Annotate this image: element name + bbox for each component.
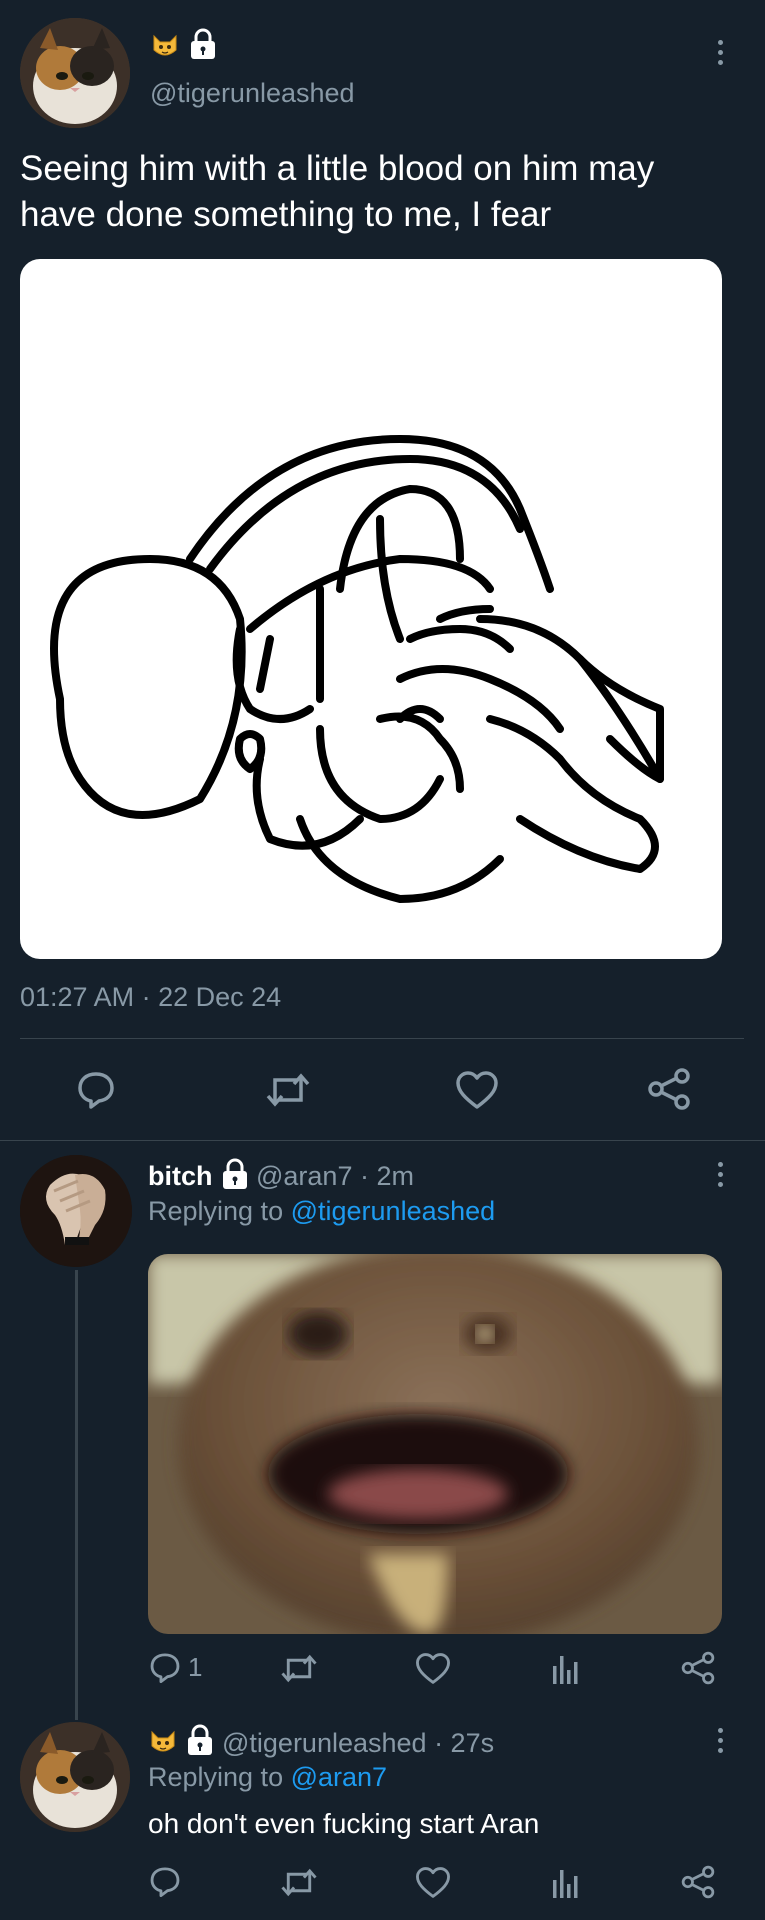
reply-button[interactable]: [148, 1864, 182, 1898]
divider: [20, 1038, 744, 1039]
analytics-icon: [553, 1656, 578, 1684]
reply-count: 1: [188, 1651, 203, 1682]
more-options-icon[interactable]: [716, 1162, 724, 1187]
replying-to-link[interactable]: @tigerunleashed: [291, 1196, 496, 1226]
thread-line: [75, 1270, 78, 1720]
reply-handle-time: @aran7 · 2m: [256, 1161, 414, 1192]
replying-to-link[interactable]: @aran7: [291, 1762, 387, 1792]
reply-text: oh don't even fucking start Aran: [148, 1808, 540, 1839]
replying-to-label: Replying to: [148, 1762, 284, 1792]
sketch-drawing-image: [50, 435, 664, 903]
analytics-icon: [553, 1870, 578, 1898]
retweet-button[interactable]: [280, 1866, 318, 1899]
retweet-icon: [266, 1073, 310, 1107]
like-icon: [416, 1653, 450, 1684]
hands-avatar-image: [20, 1155, 132, 1267]
share-button[interactable]: [680, 1650, 716, 1686]
reply-button[interactable]: 1: [148, 1650, 202, 1684]
like-icon: [456, 1071, 498, 1109]
retweet-button[interactable]: [280, 1652, 318, 1685]
reply-handle[interactable]: @tigerunleashed: [222, 1728, 427, 1758]
like-icon: [416, 1867, 450, 1898]
tweet-text-line-1: Seeing him with a little blood on him ma…: [20, 149, 655, 188]
more-options-icon[interactable]: [716, 1728, 724, 1753]
share-icon: [681, 1651, 715, 1685]
avatar[interactable]: [20, 1155, 132, 1267]
more-options-icon[interactable]: [716, 40, 724, 65]
cat-emoji: [148, 1726, 178, 1756]
retweet-icon: [281, 1868, 317, 1897]
reply-icon: [150, 1867, 180, 1897]
analytics-button[interactable]: [550, 1866, 580, 1900]
reply-image[interactable]: [148, 1254, 722, 1634]
share-button[interactable]: [646, 1066, 692, 1112]
reply-icon: [150, 1653, 180, 1683]
tweet-timestamp: 01:27 AM · 22 Dec 24: [20, 982, 282, 1012]
analytics-button[interactable]: [550, 1652, 580, 1686]
replying-to-label: Replying to: [148, 1196, 284, 1226]
reply-time: · 2m: [359, 1161, 414, 1191]
reply-time: · 27s: [434, 1728, 495, 1758]
like-button[interactable]: [415, 1652, 451, 1685]
tweet-text-line-2: have done something to me, I fear: [20, 195, 552, 234]
share-icon: [648, 1068, 690, 1110]
share-icon: [681, 1865, 715, 1899]
replying-to: Replying to @aran7: [148, 1762, 387, 1793]
cat-avatar-image: [20, 1722, 130, 1832]
avatar[interactable]: [20, 18, 130, 128]
cat-emoji: [150, 30, 180, 60]
lock-icon: [220, 1158, 250, 1190]
reply-display-name[interactable]: bitch: [148, 1161, 213, 1192]
avatar[interactable]: [20, 1722, 130, 1832]
reply-handle-time: @tigerunleashed · 27s: [222, 1728, 494, 1759]
retweet-icon: [281, 1654, 317, 1683]
lock-icon: [185, 1724, 215, 1756]
replying-to: Replying to @tigerunleashed: [148, 1196, 495, 1227]
lock-icon: [188, 28, 218, 60]
like-button[interactable]: [415, 1866, 451, 1899]
tweet-text: Seeing him with a little blood on him ma…: [20, 146, 750, 238]
tweet-image[interactable]: [20, 259, 722, 959]
reply-button[interactable]: [75, 1068, 117, 1110]
author-handle[interactable]: @tigerunleashed: [150, 78, 355, 109]
divider: [0, 1140, 765, 1141]
reply-icon: [78, 1072, 114, 1109]
share-button[interactable]: [680, 1864, 716, 1900]
retweet-button[interactable]: [265, 1070, 311, 1110]
reply-handle[interactable]: @aran7: [256, 1161, 352, 1191]
cat-avatar-image: [20, 18, 130, 128]
blurry-face-image: [148, 1254, 722, 1634]
like-button[interactable]: [455, 1070, 499, 1110]
